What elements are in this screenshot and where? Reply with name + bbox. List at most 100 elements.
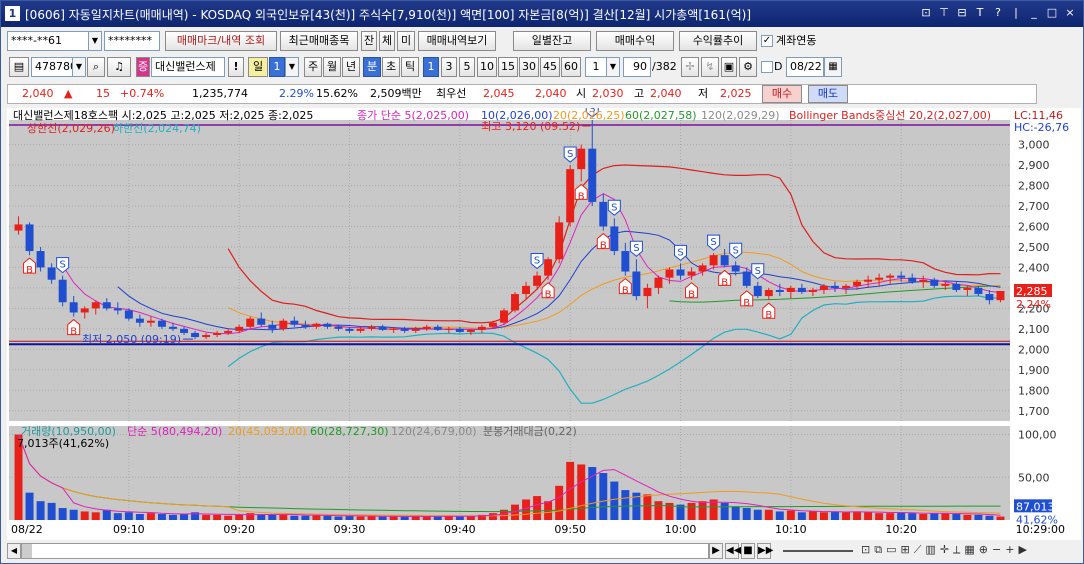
horizontal-scrollbar[interactable] — [21, 543, 709, 559]
account-link-checkbox[interactable]: ✓ — [761, 35, 773, 47]
link-icon[interactable]: ⊡ — [919, 6, 933, 20]
volume-legend-item: 60(28,727,30) — [310, 425, 389, 438]
period-yearly-button[interactable]: 년 — [342, 57, 360, 77]
save-icon[interactable]: ▣ — [721, 57, 737, 77]
account-dropdown-icon[interactable]: ▼ — [88, 31, 102, 51]
period-tick-button[interactable]: 틱 — [401, 57, 419, 77]
fit-icon[interactable]: ⊡ — [861, 543, 870, 557]
candle-body — [345, 328, 354, 331]
volume-bar — [985, 515, 994, 520]
interval-input[interactable]: 1 — [585, 57, 607, 77]
forward-icon[interactable]: ▶▶ — [757, 543, 773, 559]
zoom-slider[interactable] — [783, 550, 853, 552]
minute-30-button[interactable]: 30 — [519, 57, 539, 77]
trend-icon[interactable]: ⟋ — [914, 543, 922, 557]
scroll-end-icon[interactable]: ▶ — [1018, 543, 1026, 557]
balance-tab[interactable]: 잔 — [361, 31, 377, 51]
minute-15-button[interactable]: 15 — [498, 57, 518, 77]
bars-icon[interactable]: ▥ — [925, 543, 935, 557]
zoom-in-icon[interactable]: ⊕ — [979, 543, 988, 557]
period-second-button[interactable]: 초 — [382, 57, 400, 77]
trade-profit-button[interactable]: 매매수익 — [596, 31, 674, 51]
sell-marker-label: S — [534, 256, 540, 267]
layout-icon[interactable]: ⊟ — [955, 6, 969, 20]
pin-icon[interactable]: ⊤ — [937, 6, 951, 20]
window-icon[interactable]: ▭ — [886, 543, 896, 557]
execution-tab[interactable]: 체 — [379, 31, 395, 51]
scroll-right-icon[interactable]: ▶ — [709, 543, 723, 559]
search-icon[interactable]: ⌕ — [87, 57, 105, 77]
split-icon[interactable]: ⊞ — [900, 543, 909, 557]
stop-icon[interactable]: ■ — [741, 543, 755, 559]
minute-1-button[interactable]: 1 — [423, 57, 439, 77]
font-icon[interactable]: T — [973, 6, 987, 20]
minute-45-button[interactable]: 45 — [540, 57, 560, 77]
minute-10-button[interactable]: 10 — [477, 57, 497, 77]
close-icon[interactable]: × — [1063, 6, 1077, 20]
time-tick-label: 10:10 — [775, 523, 807, 536]
candle-body — [886, 275, 895, 278]
minute-60-button[interactable]: 60 — [561, 57, 581, 77]
sell-button[interactable]: 매도 — [808, 85, 848, 103]
candle-body — [356, 328, 365, 331]
volume-bar — [400, 516, 409, 520]
volume-bar — [69, 509, 78, 520]
speaker-icon[interactable]: ♫ — [107, 57, 131, 77]
ruler-icon[interactable]: ⟂ — [953, 543, 960, 557]
stock-code-input[interactable]: 478780 — [31, 57, 73, 77]
layout-icon[interactable]: ▤ — [9, 57, 29, 77]
zoom-plus-icon[interactable]: + — [1005, 543, 1014, 557]
candlestick-chart[interactable]: 3,0002,9002,8002,7002,6002,5002,4002,300… — [7, 108, 1081, 540]
return-trend-button[interactable]: 수익률추이 — [679, 31, 757, 51]
scroll-thumb[interactable] — [22, 544, 32, 558]
stock-name-field[interactable]: 대신밸런스제 — [151, 57, 225, 77]
help-icon[interactable]: ? — [991, 6, 1005, 20]
minute-3-button[interactable]: 3 — [441, 57, 457, 77]
period-count-dropdown-icon[interactable]: ▼ — [285, 57, 299, 77]
period-daily-button[interactable]: 일 — [248, 57, 268, 77]
copy-icon[interactable]: ⧉ — [874, 543, 882, 557]
maximize-icon[interactable]: □ — [1045, 6, 1059, 20]
price-tick-label: 2,400 — [1018, 261, 1050, 274]
buy-button[interactable]: 매수 — [762, 85, 802, 103]
period-monthly-button[interactable]: 월 — [323, 57, 341, 77]
daily-balance-button[interactable]: 일별잔고 — [513, 31, 591, 51]
display-count-input[interactable]: 90 — [623, 57, 651, 77]
scale-icon[interactable]: ↯ — [701, 57, 719, 77]
gear-icon[interactable]: ⚙ — [739, 57, 757, 77]
candle-body — [69, 302, 78, 313]
minute-5-button[interactable]: 5 — [459, 57, 475, 77]
volume-bar — [831, 511, 839, 520]
candle-body — [621, 251, 630, 272]
volume-bar — [345, 515, 354, 520]
cross-icon[interactable]: ✢ — [681, 57, 699, 77]
volume-bar — [113, 513, 122, 520]
period-count-field[interactable]: 1 — [269, 57, 285, 77]
scroll-left-icon[interactable]: ◀ — [7, 543, 21, 559]
grid-icon[interactable]: ▦ — [964, 543, 974, 557]
calendar-icon[interactable]: ▦ — [824, 57, 842, 77]
period-weekly-button[interactable]: 주 — [304, 57, 322, 77]
volume-bar — [952, 514, 961, 520]
trade-history-button[interactable]: 매매내역보기 — [418, 31, 496, 51]
password-input[interactable]: ******** — [104, 31, 160, 51]
volume-bar — [753, 509, 762, 520]
stock-code-dropdown-icon[interactable]: ▼ — [72, 57, 86, 77]
interval-dropdown-icon[interactable]: ▼ — [606, 57, 620, 77]
zoom-minus-icon[interactable]: − — [992, 543, 1001, 557]
account-input[interactable]: ****-**61 — [7, 31, 89, 51]
candle-body — [389, 328, 398, 330]
period-minute-button[interactable]: 분 — [363, 57, 381, 77]
warning-icon[interactable]: ! — [228, 57, 244, 77]
quote-bar: 2,040 ▲ 15 +0.74% 1,235,774 2.29% 15.62%… — [7, 84, 1037, 104]
price-tick-label: 2,600 — [1018, 220, 1050, 233]
pending-tab[interactable]: 미 — [397, 31, 415, 51]
rewind-icon[interactable]: ◀◀ — [725, 543, 741, 559]
crosshair-icon[interactable]: ✛ — [940, 543, 949, 557]
chart-area[interactable]: 3,0002,9002,8002,7002,6002,5002,4002,300… — [7, 108, 1081, 540]
date-input[interactable]: 08/22 — [786, 57, 824, 77]
mark-query-button[interactable]: 매매마크/내역 조회 — [165, 31, 277, 51]
minimize-icon[interactable]: _ — [1027, 6, 1041, 20]
date-checkbox[interactable] — [761, 61, 773, 73]
recent-stocks-button[interactable]: 최근매매종목 — [280, 31, 358, 51]
